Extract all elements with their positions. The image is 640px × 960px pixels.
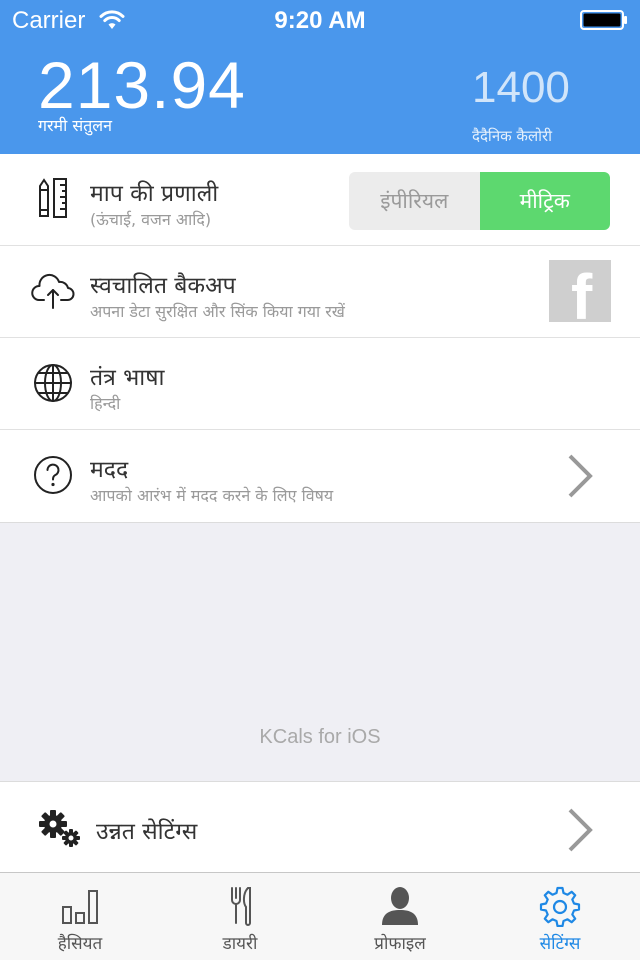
app-brand-label: KCals for iOS	[259, 726, 381, 748]
measurement-system-row: माप की प्रणाली (ऊंचाई, वजन आदि) इंपीरियल…	[0, 154, 640, 246]
auto-backup-row[interactable]: स्वचालित बैकअप अपना डेटा सुरक्षित और सिं…	[0, 246, 640, 338]
tab-profile-label: प्रोफाइल	[374, 934, 426, 954]
imperial-option[interactable]: इंपीरियल	[349, 172, 480, 230]
heat-balance-value: 213.94	[38, 48, 246, 122]
tab-status-label: हैसियत	[57, 934, 103, 954]
tab-diary-label: डायरी	[222, 934, 258, 954]
facebook-button[interactable]: f	[549, 260, 611, 322]
advanced-settings-label: उन्नत सेटिंग्स	[96, 819, 198, 845]
facebook-icon: f	[571, 261, 593, 322]
bar-chart-icon	[62, 890, 98, 924]
cloud-upload-icon	[31, 273, 75, 309]
fork-knife-icon	[231, 887, 251, 926]
tab-profile[interactable]: प्रोफाइल	[320, 873, 480, 960]
tab-status[interactable]: हैसियत	[0, 873, 160, 960]
advanced-settings-row[interactable]: उन्नत सेटिंग्स	[0, 781, 640, 873]
system-language-value: हिन्दी	[90, 394, 121, 413]
globe-icon	[34, 364, 72, 402]
tab-diary[interactable]: डायरी	[160, 873, 320, 960]
gears-icon	[39, 810, 80, 847]
daily-calories-value: 1400	[472, 63, 570, 112]
system-language-row[interactable]: तंत्र भाषा हिन्दी	[0, 338, 640, 430]
clock: 9:20 AM	[274, 7, 366, 34]
measurement-system-title: माप की प्रणाली	[90, 181, 219, 207]
status-bar: Carrier 9:20 AM	[0, 0, 640, 40]
tab-bar: हैसियत डायरी प्रोफाइल सेटिंग्स	[0, 872, 640, 960]
battery-icon	[580, 10, 627, 30]
person-icon	[382, 887, 418, 925]
gear-icon	[539, 886, 581, 927]
header: Carrier 9:20 AM 213.94 गरमी संतुलन 1400 …	[0, 0, 640, 154]
settings-list: माप की प्रणाली (ऊंचाई, वजन आदि) इंपीरियल…	[0, 154, 640, 523]
metric-option[interactable]: मीट्रिक	[479, 172, 610, 230]
ruler-pencil-icon	[39, 178, 67, 218]
chevron-right-icon	[568, 808, 593, 852]
tab-settings-label: सेटिंग्स	[539, 934, 581, 954]
tab-settings[interactable]: सेटिंग्स	[480, 873, 640, 960]
heat-balance-label: गरमी संतुलन	[38, 116, 113, 135]
auto-backup-subtitle: अपना डेटा सुरक्षित और सिंक किया गया रखें	[90, 302, 345, 321]
auto-backup-title: स्वचालित बैकअप	[90, 273, 236, 299]
measurement-system-subtitle: (ऊंचाई, वजन आदि)	[90, 210, 212, 229]
chevron-right-icon	[568, 454, 593, 498]
help-icon	[34, 456, 72, 494]
help-row[interactable]: मदद आपको आरंभ में मदद करने के लिए विषय	[0, 430, 640, 522]
system-language-title: तंत्र भाषा	[90, 365, 165, 391]
help-subtitle: आपको आरंभ में मदद करने के लिए विषय	[90, 486, 334, 505]
help-title: मदद	[90, 457, 129, 483]
unit-segmented-control: इंपीरियल मीट्रिक	[349, 172, 610, 230]
daily-calories-label: दैदैनिक कैलोरी	[472, 127, 553, 145]
